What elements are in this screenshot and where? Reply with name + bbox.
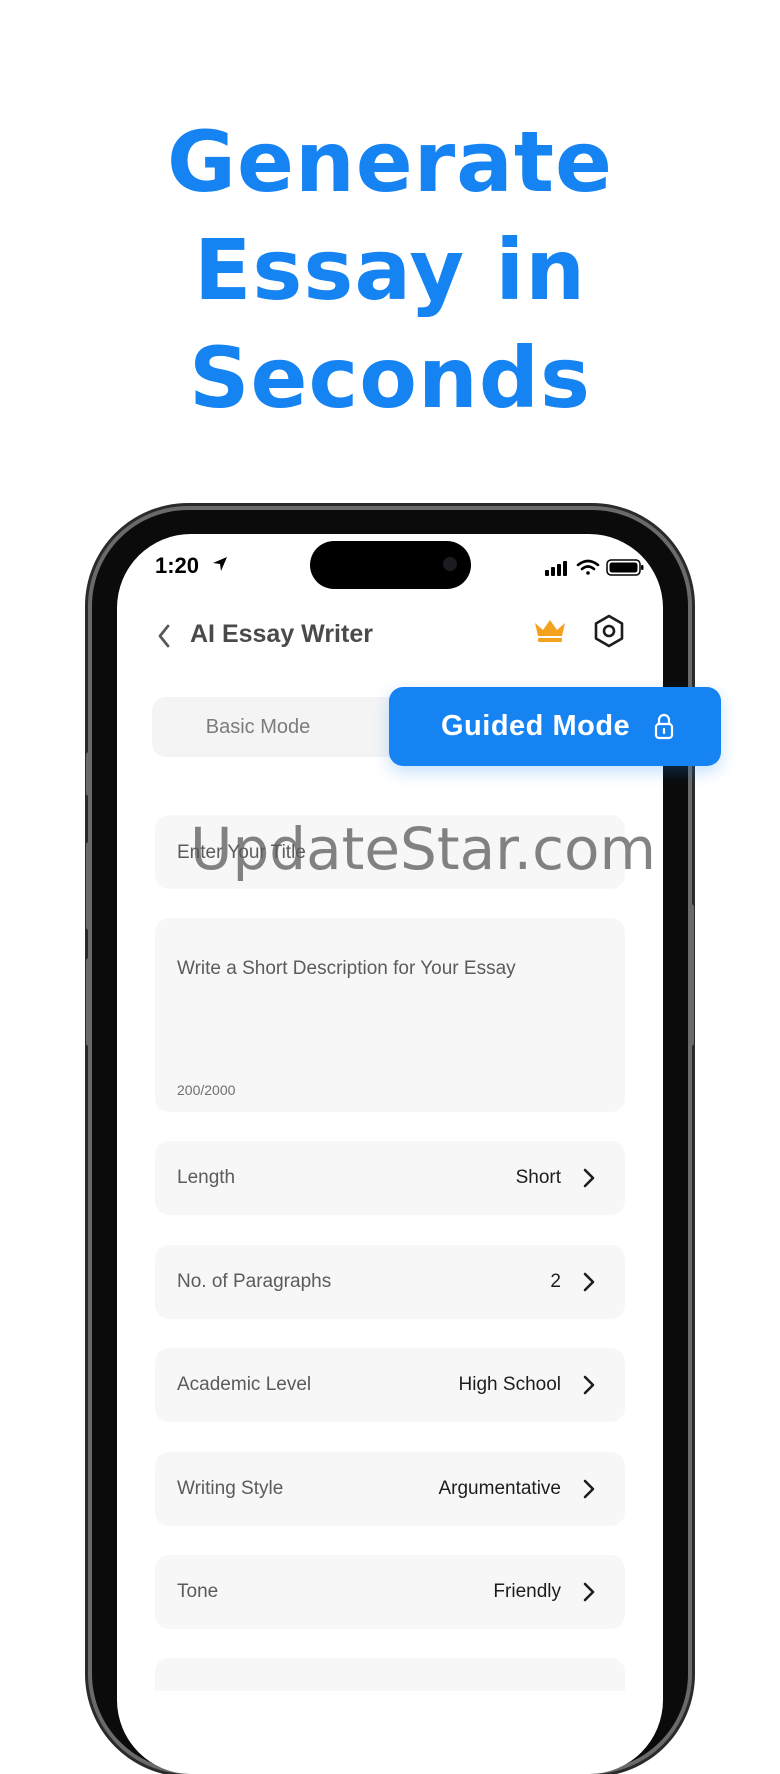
watermark: UpdateStar.com [190,815,656,883]
setting-value: Argumentative [438,1478,561,1499]
setting-label: Tone [177,1581,219,1602]
dynamic-island [310,541,471,589]
setting-row-tone[interactable]: Tone Friendly [155,1555,625,1629]
setting-row-paragraphs[interactable]: No. of Paragraphs 2 [155,1245,625,1319]
guided-mode-tab[interactable]: Guided Mode [389,687,721,766]
setting-row-writing-style[interactable]: Writing Style Argumentative [155,1452,625,1526]
volume-down-button [86,958,92,1046]
camera-icon [443,557,457,571]
action-button [86,752,92,796]
back-chevron-icon[interactable] [155,622,173,650]
guided-mode-label: Guided Mode [441,710,631,742]
character-counter: 200/2000 [177,1082,236,1098]
chevron-right-icon [583,1168,595,1188]
location-arrow-icon [213,557,227,571]
page-title: AI Essay Writer [190,620,373,648]
power-button [688,904,694,1046]
setting-row-academic-level[interactable]: Academic Level High School [155,1348,625,1422]
status-time: 1:20 [155,553,200,578]
setting-value: 2 [550,1271,561,1292]
headline-line-2: Essay in [193,221,587,319]
chevron-right-icon [583,1479,595,1499]
settings-icon[interactable] [592,614,626,648]
description-placeholder: Write a Short Description for Your Essay [177,958,516,979]
setting-value: Friendly [493,1581,561,1602]
lock-icon [654,713,674,740]
setting-row-partial[interactable] [155,1658,625,1691]
chevron-right-icon [583,1375,595,1395]
setting-label: Length [177,1167,236,1188]
description-field[interactable]: Write a Short Description for Your Essay… [155,918,625,1112]
setting-value: High School [458,1374,561,1395]
setting-label: Academic Level [177,1374,312,1395]
setting-label: No. of Paragraphs [177,1271,332,1292]
setting-label: Writing Style [177,1478,284,1499]
cellular-signal-icon [545,561,567,576]
chevron-right-icon [583,1582,595,1602]
setting-value: Short [515,1167,561,1188]
setting-row-length[interactable]: Length Short [155,1141,625,1215]
crown-icon[interactable] [533,617,567,645]
wifi-icon [576,559,600,575]
chevron-right-icon [583,1272,595,1292]
headline-line-3: Seconds [189,329,591,427]
basic-mode-tab[interactable]: Basic Mode [152,697,364,757]
status-indicators [545,559,644,576]
volume-up-button [86,842,92,930]
headline: Generate Essay in Seconds [0,108,780,432]
battery-icon [606,559,644,576]
headline-line-1: Generate [167,113,613,211]
